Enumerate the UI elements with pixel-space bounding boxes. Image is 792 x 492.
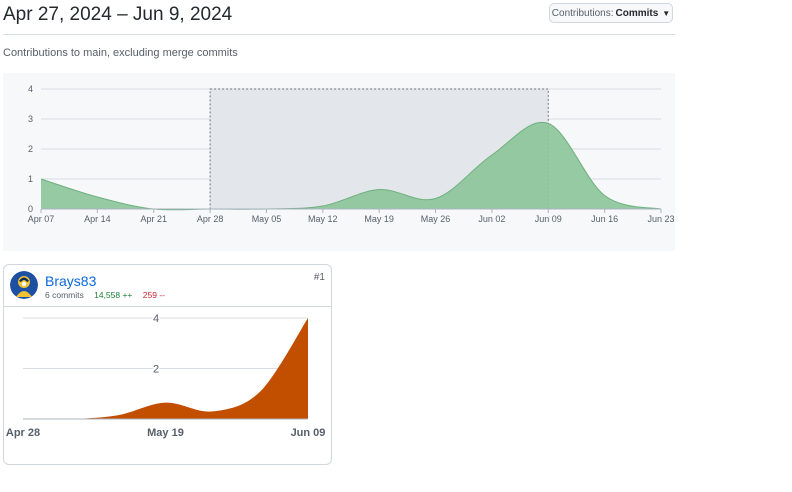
contributions-dropdown-button[interactable]: Contributions: Commits ▼ [549,3,673,23]
x-tick-label: Apr 21 [140,214,167,224]
contributor-card: Brays83 6 commits 14,558 ++ 259 -- #1 2 4… [3,264,332,465]
card-y-tick-label: 4 [153,313,159,325]
commits-count-link[interactable]: 6 commits [45,290,84,300]
x-tick-label: Jun 16 [591,214,618,224]
card-x-tick-label: Apr 28 [6,427,40,439]
date-range-title: Apr 27, 2024 – Jun 9, 2024 [3,4,233,25]
x-tick-label: Apr 07 [28,214,55,224]
contributor-stats: 6 commits 14,558 ++ 259 -- [45,290,165,300]
additions-count: 14,558 ++ [94,290,133,300]
x-tick-label: May 26 [421,214,451,224]
main-contributions-chart[interactable]: 0 1 2 3 4 Apr 07 Apr 14 Apr 21 Apr 28 May 05 May 1… [3,73,675,251]
y-tick-label: 1 [28,174,33,184]
caret-down-icon: ▼ [662,8,671,18]
y-tick-label: 4 [28,84,33,94]
contributor-rank: #1 [313,272,325,283]
main-chart-svg[interactable]: 0 1 2 3 4 Apr 07 Apr 14 Apr 21 Apr 28 May 05 May 1… [3,73,675,251]
contributions-value: Commits [615,7,659,19]
x-tick-label: Apr 28 [197,214,224,224]
x-tick-label: Apr 14 [84,214,111,224]
deletions-count: 259 -- [142,290,165,300]
y-tick-label: 3 [28,114,33,124]
card-x-tick-label: Jun 09 [291,427,326,439]
x-tick-label: Jun 09 [535,214,562,224]
card-y-tick-label: 2 [153,364,159,376]
x-tick-label: May 19 [364,214,394,224]
chart-subtitle: Contributions to main, excluding merge c… [3,47,238,59]
x-tick-label: May 12 [308,214,338,224]
x-tick-label: May 05 [252,214,282,224]
contributor-chart-svg: 2 4 Apr 28 May 19 Jun 09 [6,312,326,439]
contributor-card-header: Brays83 6 commits 14,558 ++ 259 -- #1 [4,265,331,307]
y-tick-label: 0 [28,204,33,214]
avatar-icon[interactable] [10,271,38,299]
header-divider [3,34,675,35]
y-tick-label: 2 [28,144,33,154]
contributor-username-link[interactable]: Brays83 [45,273,96,289]
x-tick-label: Jun 02 [478,214,505,224]
card-x-tick-label: May 19 [147,427,184,439]
contributions-label: Contributions: [551,7,614,19]
x-tick-label: Jun 23 [647,214,674,224]
